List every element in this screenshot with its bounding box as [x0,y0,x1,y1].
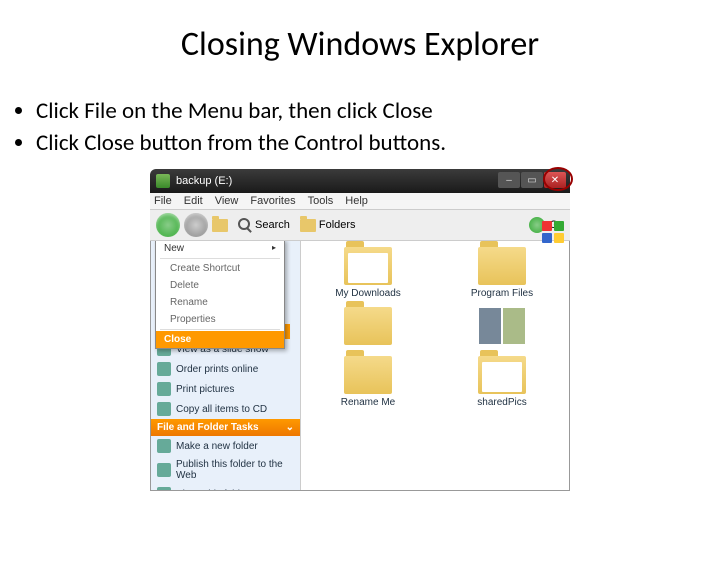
sidebar: New ▸ Create Shortcut Delete Rename Prop… [151,241,301,490]
task-label: Make a new folder [176,441,258,452]
window-title: backup (E:) [176,175,232,187]
file-pane: My Downloads Program Files Rename Me sha… [301,241,569,490]
folders-button[interactable]: Folders [300,219,356,232]
titlebar: backup (E:) – ▭ ✕ [150,169,570,193]
slide-bullets: Click File on the Menu bar, then click C… [36,97,720,157]
folder-icon [344,356,392,394]
folder-icon [478,247,526,285]
bullet-item: Click Close button from the Control butt… [36,129,720,157]
file-label: Rename Me [341,397,395,408]
menu-delete[interactable]: Delete [156,277,284,294]
menu-help[interactable]: Help [345,195,368,207]
folder-item[interactable]: Program Files [441,247,563,299]
thumbnail-icon [478,307,526,345]
folder-item[interactable]: Rename Me [307,356,429,408]
task-label: Print pictures [176,384,234,395]
file-label: My Downloads [335,288,401,299]
up-folder-icon[interactable] [212,219,228,232]
search-icon [238,218,252,232]
header-label: File and Folder Tasks [157,422,259,433]
explorer-window: backup (E:) – ▭ ✕ File Edit View Favorit… [150,169,570,491]
task-label: Share this folder [176,489,249,492]
toolbar: Search Folders Go [150,210,570,241]
task-label: Copy all items to CD [176,404,267,415]
menu-create-shortcut[interactable]: Create Shortcut [156,260,284,277]
publish-icon [157,463,171,477]
content-area: New ▸ Create Shortcut Delete Rename Prop… [150,241,570,491]
task-share[interactable]: Share this folder [151,484,300,491]
maximize-button[interactable]: ▭ [521,172,543,188]
search-button[interactable]: Search [238,218,290,232]
bullet-item: Click File on the Menu bar, then click C… [36,97,720,125]
menu-properties[interactable]: Properties [156,311,284,328]
windows-logo-icon [542,221,564,243]
menu-new[interactable]: New ▸ [156,241,284,257]
menu-favorites[interactable]: Favorites [250,195,295,207]
task-label: Publish this folder to the Web [176,459,294,481]
back-button[interactable] [156,213,180,237]
file-folder-tasks-header[interactable]: File and Folder Tasks ⌄ [151,419,300,436]
task-label: Order prints online [176,364,258,375]
menu-rename[interactable]: Rename [156,294,284,311]
task-order-prints[interactable]: Order prints online [151,359,300,379]
search-label: Search [255,219,290,231]
folder-icon [344,307,392,345]
folder-item[interactable]: My Downloads [307,247,429,299]
task-print[interactable]: Print pictures [151,379,300,399]
task-publish[interactable]: Publish this folder to the Web [151,456,300,484]
menu-tools[interactable]: Tools [308,195,334,207]
submenu-arrow-icon: ▸ [272,243,276,252]
folders-icon [300,219,316,232]
task-copy-cd[interactable]: Copy all items to CD [151,399,300,419]
forward-button[interactable] [184,213,208,237]
folder-icon [478,356,526,394]
menubar: File Edit View Favorites Tools Help [150,193,570,210]
folders-label: Folders [319,219,356,231]
folder-item[interactable] [307,307,429,348]
drive-icon [156,174,170,188]
share-icon [157,487,171,491]
file-label: sharedPics [477,397,526,408]
task-new-folder[interactable]: Make a new folder [151,436,300,456]
menu-edit[interactable]: Edit [184,195,203,207]
file-context-menu: New ▸ Create Shortcut Delete Rename Prop… [155,241,285,349]
minimize-button[interactable]: – [498,172,520,188]
folder-item[interactable]: sharedPics [441,356,563,408]
slide-title: Closing Windows Explorer [0,24,720,65]
menu-view[interactable]: View [215,195,239,207]
close-button[interactable]: ✕ [544,172,566,188]
file-label: Program Files [471,288,533,299]
menu-item-label: New [164,243,184,254]
folder-item[interactable] [441,307,563,348]
folder-icon [344,247,392,285]
menu-file[interactable]: File [154,195,172,207]
menu-close[interactable]: Close [156,331,284,348]
printer-icon [157,382,171,396]
cd-icon [157,402,171,416]
prints-icon [157,362,171,376]
picture-tasks: View as a slide show Order prints online… [151,339,300,419]
menu-separator [160,258,280,259]
menu-separator [160,329,280,330]
new-folder-icon [157,439,171,453]
chevron-down-icon: ⌄ [286,422,294,433]
window-controls: – ▭ ✕ [498,172,566,188]
